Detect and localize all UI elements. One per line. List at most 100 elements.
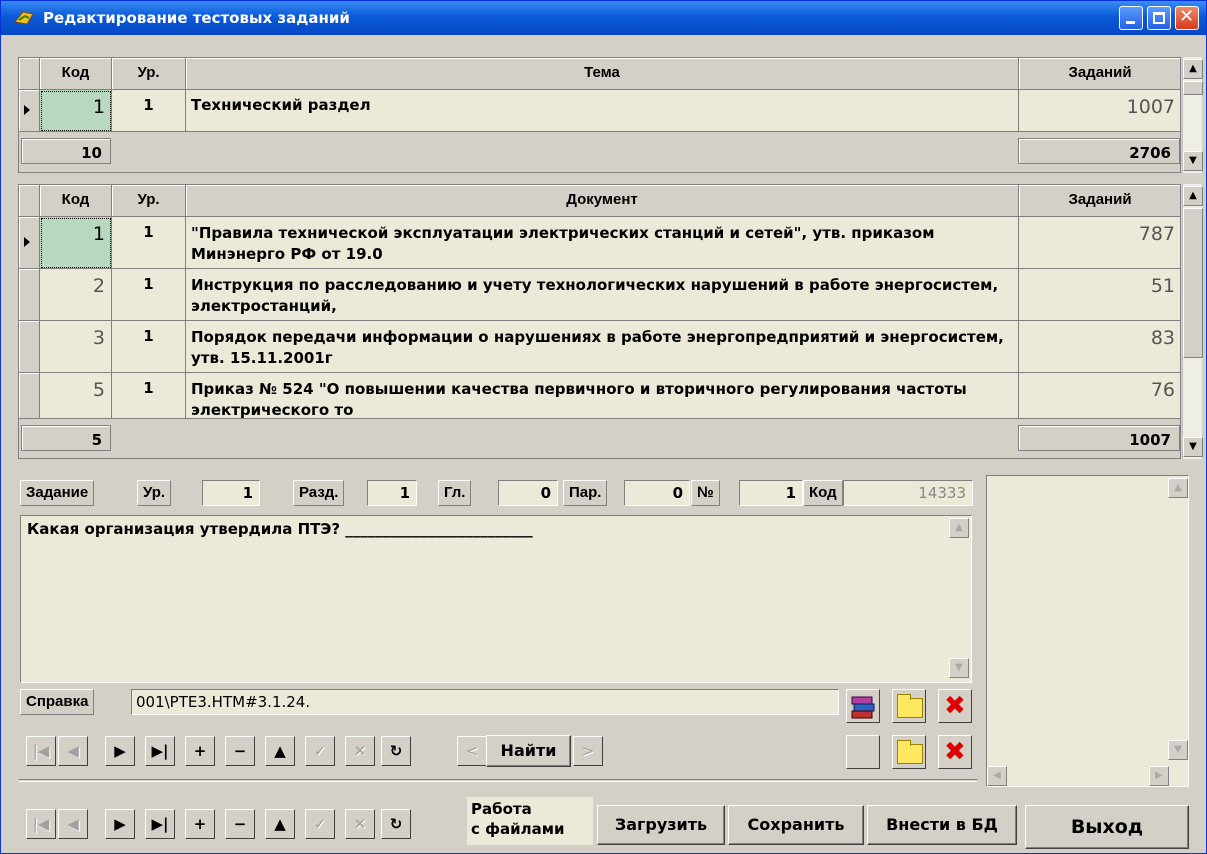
documents-header-level[interactable]: Ур. (112, 185, 186, 217)
document-level[interactable]: 1 (112, 269, 186, 321)
close-button[interactable]: ✕ (1175, 6, 1199, 30)
topics-scrollbar[interactable]: ▲ ▼ (1182, 57, 1203, 173)
task-number-field[interactable]: 1 (739, 480, 803, 506)
document-title[interactable]: Инструкция по расследованию и учету техн… (186, 269, 1019, 321)
right-panel-vscroll[interactable]: ▲ ▼ (1168, 476, 1188, 766)
task-label: Задание (20, 480, 95, 506)
maximize-button[interactable] (1147, 6, 1171, 30)
red-x-icon: ✖ (944, 691, 966, 721)
documents-header-document[interactable]: Документ (186, 185, 1019, 217)
scroll-down-icon[interactable]: ▼ (1168, 740, 1188, 760)
nav-first-button[interactable]: |◀ (26, 736, 56, 766)
document-title[interactable]: Приказ № 524 "О повышении качества перви… (186, 373, 1019, 419)
question-memo[interactable]: Какая организация утвердила ПТЭ? _______… (20, 515, 972, 683)
task-paragraph-field[interactable]: 0 (624, 480, 690, 506)
question-text[interactable]: Какая организация утвердила ПТЭ? _______… (27, 520, 533, 538)
task-chapter-field[interactable]: 0 (498, 480, 558, 506)
nav-post-button[interactable]: ✓ (305, 736, 335, 766)
document-tasks[interactable]: 51 (1019, 269, 1180, 321)
delete-reference-button[interactable]: ✖ (938, 689, 972, 723)
nav-prev-button[interactable]: ◀ (58, 736, 88, 766)
minimize-button[interactable] (1119, 6, 1143, 30)
question-scrollbar[interactable]: ▲ ▼ (949, 518, 969, 680)
nav-edit-button[interactable]: ▲ (265, 736, 295, 766)
nav-add-button[interactable]: + (185, 736, 215, 766)
document-tasks[interactable]: 787 (1019, 217, 1180, 269)
delete-attachment-button[interactable]: ✖ (938, 735, 972, 769)
document-code[interactable]: 3 (40, 321, 112, 373)
table-row[interactable]: 1 1 Технический раздел 1007 (19, 90, 1180, 132)
document-level[interactable]: 1 (112, 321, 186, 373)
scroll-thumb[interactable] (1183, 81, 1203, 95)
scroll-up-icon[interactable]: ▲ (949, 518, 969, 538)
link-button[interactable] (846, 735, 880, 769)
right-panel-hscroll[interactable]: ◀ ▶ (987, 766, 1169, 786)
document-title[interactable]: Порядок передачи информации о нарушениях… (186, 321, 1019, 373)
topic-code[interactable]: 1 (40, 90, 112, 132)
bottom-nav-add-button[interactable]: + (185, 809, 215, 839)
bottom-nav-edit-button[interactable]: ▲ (265, 809, 295, 839)
table-row[interactable]: 2 1 Инструкция по расследованию и учету … (19, 269, 1180, 321)
scroll-up-icon[interactable]: ▲ (1183, 186, 1203, 206)
bottom-nav-next-button[interactable]: ▶ (105, 809, 135, 839)
divider (19, 779, 977, 782)
open-folder-button-2[interactable] (892, 735, 926, 769)
table-row[interactable]: 1 1 "Правила технической эксплуатации эл… (19, 217, 1180, 269)
scroll-down-icon[interactable]: ▼ (1183, 437, 1203, 457)
document-title[interactable]: "Правила технической эксплуатации электр… (186, 217, 1019, 269)
document-code[interactable]: 5 (40, 373, 112, 419)
bottom-nav-delete-button[interactable]: − (225, 809, 255, 839)
nav-cancel-button[interactable]: ✕ (345, 736, 375, 766)
bottom-nav-prev-button[interactable]: ◀ (58, 809, 88, 839)
search-prev-button[interactable]: < (457, 736, 487, 766)
topics-header-topic[interactable]: Тема (186, 58, 1019, 90)
nav-next-button[interactable]: ▶ (105, 736, 135, 766)
topic-name[interactable]: Технический раздел (186, 90, 1019, 132)
documents-scrollbar[interactable]: ▲ ▼ (1182, 184, 1203, 459)
documents-header-code[interactable]: Код (40, 185, 112, 217)
save-button[interactable]: Сохранить (728, 805, 864, 845)
nav-delete-button[interactable]: − (225, 736, 255, 766)
document-level[interactable]: 1 (112, 373, 186, 419)
bottom-nav-first-button[interactable]: |◀ (26, 809, 56, 839)
scroll-thumb[interactable] (1183, 208, 1203, 358)
document-code[interactable]: 1 (40, 217, 112, 269)
document-level[interactable]: 1 (112, 217, 186, 269)
bottom-nav-cancel-button[interactable]: ✕ (345, 809, 375, 839)
topics-count: 10 (21, 138, 111, 164)
scroll-up-icon[interactable]: ▲ (1168, 478, 1188, 498)
task-level-field[interactable]: 1 (202, 480, 260, 506)
exit-button[interactable]: Выход (1025, 805, 1189, 849)
load-button[interactable]: Загрузить (597, 805, 725, 845)
open-folder-button[interactable] (892, 689, 926, 723)
table-row[interactable]: 5 1 Приказ № 524 "О повышении качества п… (19, 373, 1180, 419)
bottom-nav-post-button[interactable]: ✓ (305, 809, 335, 839)
search-next-button[interactable]: > (573, 736, 603, 766)
topic-level[interactable]: 1 (112, 90, 186, 132)
nav-refresh-button[interactable]: ↻ (381, 736, 411, 766)
topics-header-code[interactable]: Код (40, 58, 112, 90)
right-panel[interactable]: ▲ ▼ ◀ ▶ (986, 475, 1189, 787)
books-button[interactable] (846, 689, 880, 723)
topics-header-level[interactable]: Ур. (112, 58, 186, 90)
document-tasks[interactable]: 76 (1019, 373, 1180, 419)
scroll-down-icon[interactable]: ▼ (1183, 151, 1203, 171)
import-to-db-button[interactable]: Внести в БД (867, 805, 1017, 845)
table-row[interactable]: 3 1 Порядок передачи информации о наруше… (19, 321, 1180, 373)
topic-tasks[interactable]: 1007 (1019, 90, 1180, 132)
documents-header-tasks[interactable]: Заданий (1019, 185, 1180, 217)
scroll-down-icon[interactable]: ▼ (949, 658, 969, 678)
scroll-up-icon[interactable]: ▲ (1183, 59, 1203, 79)
documents-grid: Код Ур. Документ Заданий 1 1 "Правила те… (18, 184, 1181, 459)
find-button[interactable]: Найти (486, 735, 571, 767)
bottom-nav-refresh-button[interactable]: ↻ (381, 809, 411, 839)
nav-last-button[interactable]: ▶| (145, 736, 175, 766)
document-code[interactable]: 2 (40, 269, 112, 321)
bottom-nav-last-button[interactable]: ▶| (145, 809, 175, 839)
scroll-left-icon[interactable]: ◀ (987, 766, 1007, 786)
task-section-field[interactable]: 1 (367, 480, 417, 506)
reference-field[interactable]: 001\PTE3.HTM#3.1.24. (131, 689, 839, 715)
document-tasks[interactable]: 83 (1019, 321, 1180, 373)
topics-header-tasks[interactable]: Заданий (1019, 58, 1180, 90)
scroll-right-icon[interactable]: ▶ (1149, 766, 1169, 786)
